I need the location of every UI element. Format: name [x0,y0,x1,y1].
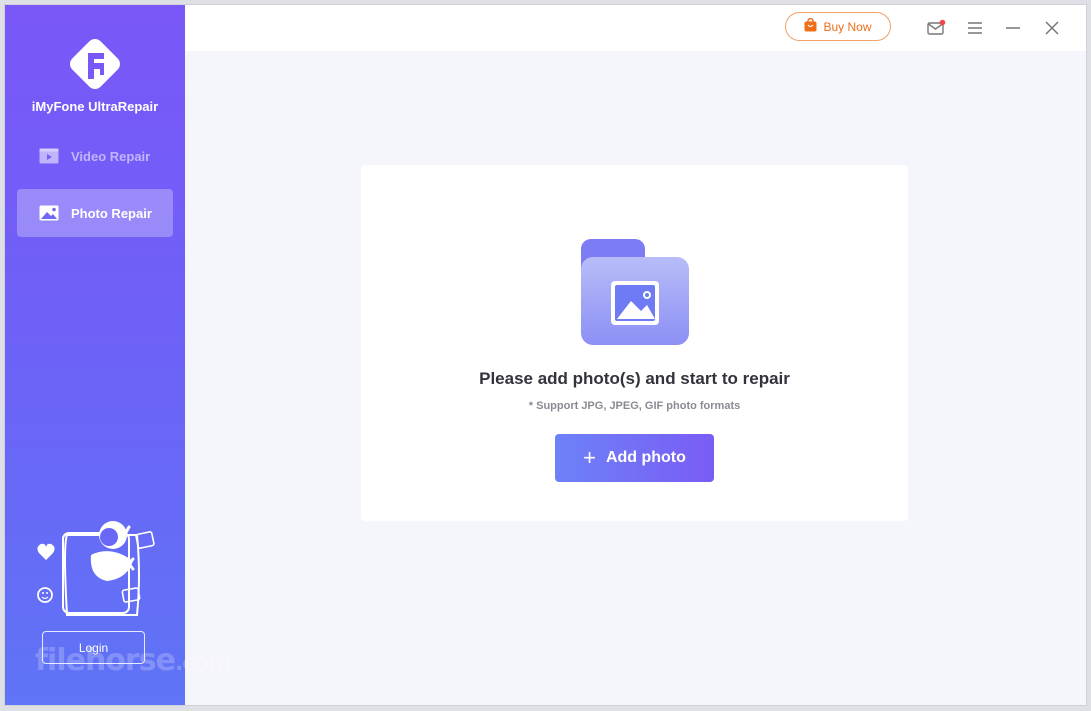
sidebar-item-label: Photo Repair [71,205,152,221]
close-icon[interactable] [1042,18,1062,38]
sidebar: iMyFone UltraRepair Video Repair Photo R… [5,5,185,705]
sidebar-item-video-repair[interactable]: Video Repair [17,132,173,180]
buy-now-label: Buy Now [823,19,872,34]
notification-dot [939,19,946,26]
menu-icon[interactable] [965,18,985,38]
repair-illustration [33,515,161,619]
supported-formats-note: * Support JPG, JPEG, GIF photo formats [528,400,741,412]
app-logo-icon [64,33,126,95]
sidebar-item-label: Video Repair [71,148,151,164]
photo-folder-icon [579,239,691,347]
upload-card[interactable]: Please add photo(s) and start to repair … [361,165,908,521]
app-name: iMyFone UltraRepair [31,99,159,114]
mail-icon[interactable] [926,18,946,38]
shopping-bag-icon [804,17,817,35]
title-bar: Buy Now [185,5,1086,51]
add-photo-button[interactable]: + Add photo [555,434,714,482]
minimize-icon[interactable] [1003,18,1023,38]
sidebar-item-photo-repair[interactable]: Photo Repair [17,189,173,237]
photo-icon [39,205,59,221]
video-icon [39,148,59,164]
login-button[interactable]: Login [42,631,145,664]
upload-prompt: Please add photo(s) and start to repair [479,369,790,388]
buy-now-button[interactable]: Buy Now [785,12,891,41]
plus-icon: + [583,445,596,470]
app-window: iMyFone UltraRepair Video Repair Photo R… [5,5,1086,705]
add-photo-label: Add photo [605,449,686,466]
